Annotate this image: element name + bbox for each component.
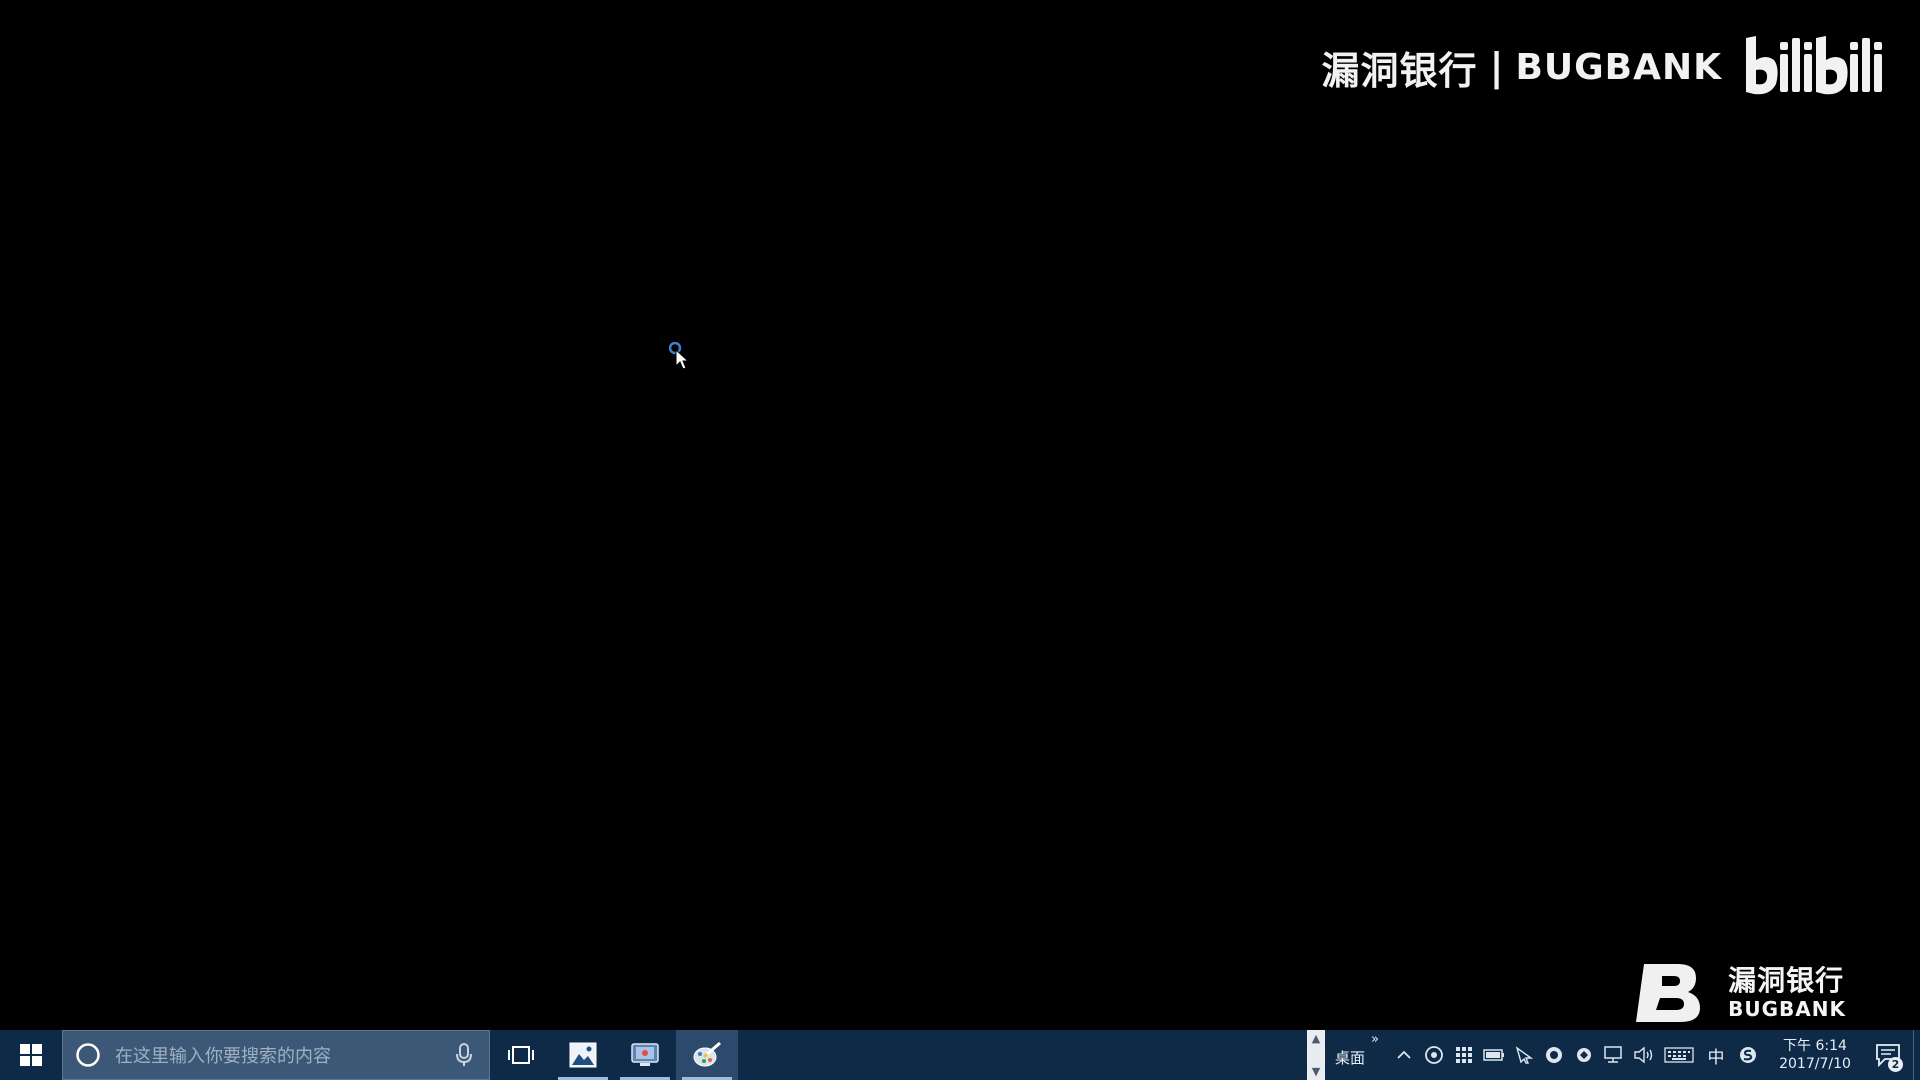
toolbar-scroll-control[interactable]: ▲ ▼ <box>1307 1030 1326 1080</box>
action-center-button[interactable]: 2 <box>1863 1030 1913 1080</box>
watermark-separator: | <box>1489 45 1504 89</box>
clock-time: 下午 6:14 <box>1783 1037 1847 1054</box>
photos-icon <box>569 1042 597 1068</box>
keyboard-icon[interactable] <box>1659 1030 1699 1080</box>
watermark-top: 漏洞银行 | BUGBANK <box>1322 34 1884 100</box>
bugbank-b-logo <box>1636 964 1701 1022</box>
bilibili-logo <box>1746 36 1882 95</box>
taskbar-app-recorder[interactable] <box>614 1030 676 1080</box>
show-hidden-icons-chevron[interactable] <box>1389 1030 1419 1080</box>
clock-date: 2017/7/10 <box>1779 1056 1851 1072</box>
watermark-brand-en: BUGBANK <box>1515 46 1722 88</box>
scroll-down-icon[interactable]: ▼ <box>1312 1065 1320 1078</box>
taskbar-app-photos[interactable] <box>552 1030 614 1080</box>
watermark-brand-cn: 漏洞银行 <box>1321 48 1478 93</box>
screen-recorder-icon <box>631 1043 659 1066</box>
paint-app-icon <box>693 1041 721 1067</box>
network-security-icon[interactable] <box>1419 1030 1449 1080</box>
task-view-icon <box>508 1046 534 1064</box>
ime-mode-indicator[interactable]: 中 <box>1699 1030 1733 1080</box>
microphone-icon[interactable] <box>455 1042 473 1068</box>
desktop-background[interactable]: 漏洞银行 | BUGBANK 漏洞银行 BUGBANK <box>0 0 1920 1030</box>
network-icon[interactable] <box>1599 1030 1629 1080</box>
taskbar: 在这里输入你要搜索的内容 ▲ ▼ 桌面 » 中 下午 6:14 2017/7/1… <box>0 1030 1920 1080</box>
bottom-watermark-brand-cn: 漏洞银行 <box>1728 964 1845 997</box>
sync-icon[interactable] <box>1569 1030 1599 1080</box>
watermark-bottom: 漏洞银行 BUGBANK <box>1634 962 1846 1024</box>
shield-icon[interactable] <box>1539 1030 1569 1080</box>
search-input[interactable]: 在这里输入你要搜索的内容 <box>115 1042 455 1068</box>
notification-count-badge: 2 <box>1888 1057 1903 1072</box>
battery-icon[interactable] <box>1479 1030 1509 1080</box>
show-desktop-button[interactable] <box>1913 1030 1920 1080</box>
windows-logo-icon <box>20 1044 42 1066</box>
pen-icon[interactable] <box>1509 1030 1539 1080</box>
task-view-button[interactable] <box>490 1030 552 1080</box>
cortana-ring-icon <box>76 1043 100 1067</box>
desktop-toolbar-more-icon[interactable]: » <box>1371 1032 1379 1047</box>
sogou-icon[interactable] <box>1733 1030 1763 1080</box>
start-button[interactable] <box>0 1030 62 1080</box>
grid-app-icon[interactable] <box>1449 1030 1479 1080</box>
search-box[interactable]: 在这里输入你要搜索的内容 <box>62 1030 490 1080</box>
bottom-watermark-brand-en: BUGBANK <box>1728 997 1846 1021</box>
taskbar-app-paint[interactable] <box>676 1030 738 1080</box>
system-clock[interactable]: 下午 6:14 2017/7/10 <box>1767 1030 1863 1080</box>
volume-icon[interactable] <box>1629 1030 1659 1080</box>
desktop-toolbar-label[interactable]: 桌面 <box>1335 1047 1365 1068</box>
desktop-toolbar[interactable]: 桌面 » <box>1325 1030 1389 1080</box>
scroll-up-icon[interactable]: ▲ <box>1312 1032 1320 1045</box>
mouse-cursor-busy-icon <box>669 342 690 370</box>
